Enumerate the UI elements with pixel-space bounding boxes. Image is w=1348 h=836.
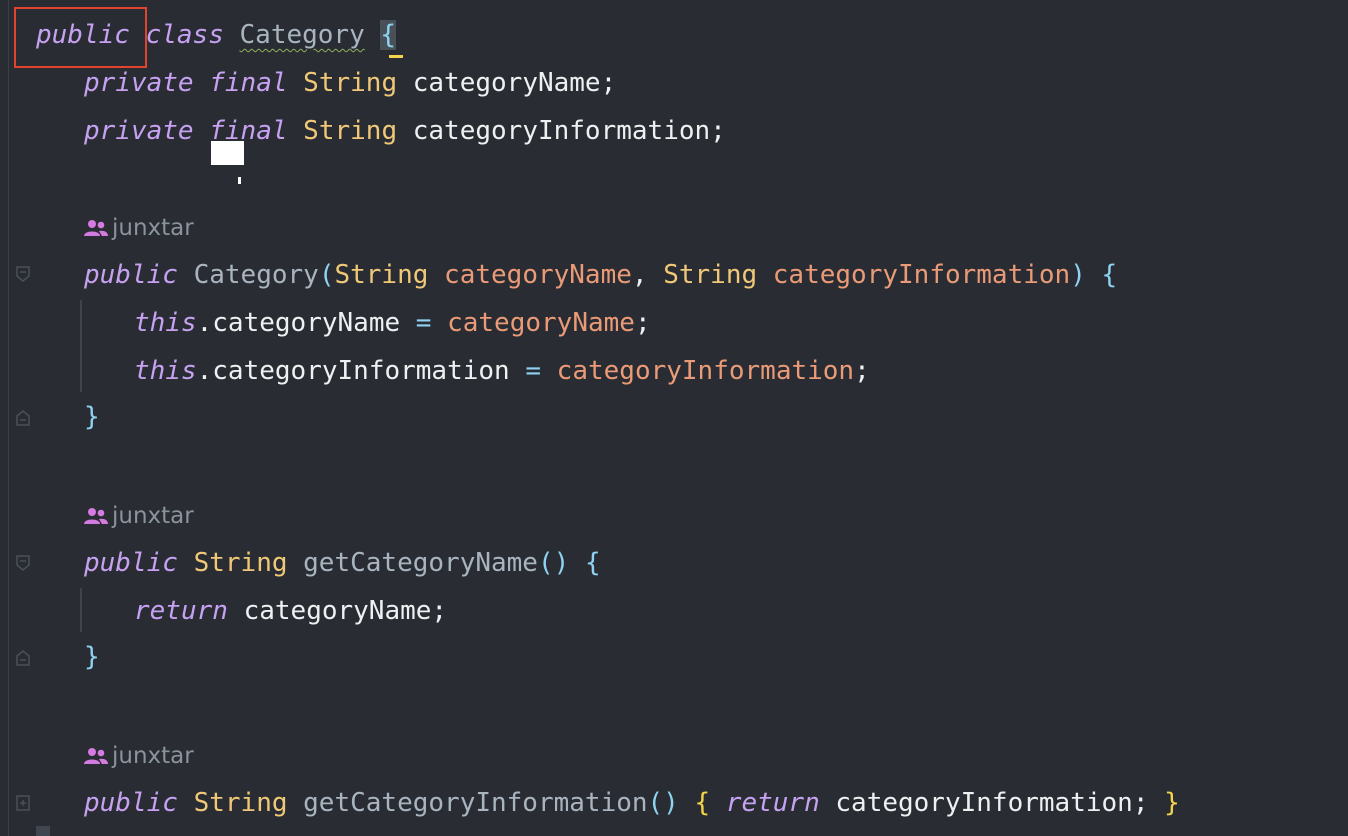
keyword-final: final	[209, 68, 288, 98]
close-brace: }	[84, 642, 100, 672]
author-hint[interactable]: junxtar	[84, 214, 194, 242]
param-name: categoryInformation	[772, 260, 1071, 290]
code-line-assign-category-information[interactable]: this.categoryInformation = categoryInfor…	[134, 356, 870, 386]
field-name: categoryName	[412, 68, 601, 98]
people-icon	[84, 508, 108, 524]
author-hint[interactable]: junxtar	[84, 742, 194, 770]
keyword-public: public	[84, 548, 178, 578]
fold-end-marker-icon[interactable]	[16, 410, 30, 426]
author-name: junxtar	[112, 503, 194, 529]
field-name: categoryInformation	[835, 788, 1133, 818]
fold-end-marker-icon[interactable]	[16, 650, 30, 666]
type-string: String	[303, 68, 398, 98]
code-line-field-category-information[interactable]: private final String categoryInformation…	[84, 116, 726, 146]
dot: .	[196, 308, 213, 338]
param-name: categoryInformation	[556, 356, 855, 386]
gutter-separator	[8, 0, 9, 836]
semicolon: ;	[1132, 788, 1149, 818]
indent-guide	[80, 300, 82, 392]
people-icon	[84, 748, 108, 764]
code-line-getter-close[interactable]: }	[84, 642, 100, 672]
fold-marker-icon[interactable]	[16, 555, 30, 571]
code-line-constructor-close[interactable]: }	[84, 402, 100, 432]
author-hint[interactable]: junxtar	[84, 502, 194, 530]
keyword-class: class	[145, 20, 224, 50]
return-type: String	[193, 548, 288, 578]
param-name: categoryName	[447, 308, 635, 338]
scroll-marker	[36, 826, 50, 836]
parens: ()	[537, 548, 570, 578]
param-type: String	[334, 260, 429, 290]
people-icon	[84, 220, 108, 236]
field-name: categoryName	[212, 308, 401, 338]
keyword-this: this	[134, 356, 197, 386]
class-name: Category	[239, 20, 365, 50]
paren-open: (	[318, 260, 335, 290]
return-type: String	[193, 788, 288, 818]
comma: ,	[631, 260, 648, 290]
dot: .	[196, 356, 213, 386]
field-name: categoryName	[243, 596, 432, 626]
field-name: categoryInformation	[212, 356, 510, 386]
semicolon: ;	[634, 308, 651, 338]
code-editor[interactable]: public class Category { private final St…	[0, 0, 1348, 836]
paren-close: )	[1070, 260, 1086, 290]
text-cursor	[238, 177, 241, 184]
keyword-this: this	[134, 308, 197, 338]
keyword-public: public	[84, 260, 178, 290]
param-name: categoryName	[444, 260, 632, 290]
fold-expand-icon[interactable]	[16, 795, 30, 811]
fold-marker-icon[interactable]	[16, 266, 30, 282]
code-line-get-category-name[interactable]: public String getCategoryName() {	[84, 548, 601, 578]
open-brace: {	[584, 548, 601, 578]
keyword-private: private	[84, 68, 194, 98]
code-line-get-category-information[interactable]: public String getCategoryInformation() {…	[84, 788, 1180, 818]
author-name: junxtar	[112, 743, 194, 769]
brace-match-indicator	[389, 55, 403, 58]
keyword-return: return	[134, 596, 228, 626]
assign-operator: =	[525, 356, 542, 386]
keyword-public: public	[84, 788, 178, 818]
method-name: getCategoryInformation	[303, 788, 648, 818]
code-line-constructor[interactable]: public Category(String categoryName, Str…	[84, 260, 1117, 290]
keyword-private: private	[84, 116, 194, 146]
open-brace: {	[694, 788, 711, 818]
param-type: String	[663, 260, 758, 290]
field-name: categoryInformation	[412, 116, 711, 146]
code-line-return-category-name[interactable]: return categoryName;	[134, 596, 447, 626]
open-brace: {	[1101, 260, 1118, 290]
type-string: String	[303, 116, 398, 146]
parens: ()	[647, 788, 679, 818]
code-line-field-category-name[interactable]: private final String categoryName;	[84, 68, 616, 98]
assign-operator: =	[415, 308, 432, 338]
code-line-assign-category-name[interactable]: this.categoryName = categoryName;	[134, 308, 651, 338]
keyword-return: return	[725, 788, 820, 818]
redaction-block	[211, 141, 244, 165]
method-name: getCategoryName	[303, 548, 538, 578]
semicolon: ;	[854, 356, 870, 386]
semicolon: ;	[710, 116, 726, 146]
close-brace: }	[84, 402, 100, 432]
constructor-name: Category	[193, 260, 319, 290]
semicolon: ;	[431, 596, 448, 626]
indent-guide	[80, 588, 82, 632]
close-brace: }	[1164, 788, 1180, 818]
class-open-brace: {	[380, 20, 397, 50]
author-name: junxtar	[112, 215, 194, 241]
highlight-box	[14, 7, 147, 68]
editor-gutter	[0, 0, 44, 836]
semicolon: ;	[600, 68, 617, 98]
